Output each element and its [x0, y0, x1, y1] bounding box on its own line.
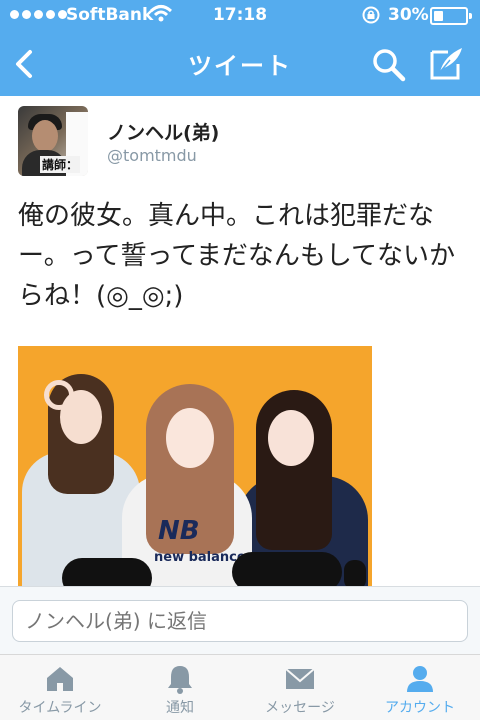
author-name[interactable]: ノンヘル(弟)	[107, 118, 219, 145]
top-bar: SoftBank 17:18 30% ツイート	[0, 0, 480, 96]
scribble-mark	[62, 558, 152, 586]
battery-percent: 30%	[388, 5, 429, 25]
tab-label: アカウント	[385, 700, 455, 716]
compose-tweet-icon[interactable]	[428, 44, 466, 82]
rotation-lock-icon	[362, 6, 380, 24]
tab-account[interactable]: アカウント	[360, 655, 480, 720]
nav-bar: ツイート	[0, 32, 480, 96]
page-title: ツイート	[188, 52, 292, 80]
tweet-detail: 講師： ノンヘル(弟) @tomtmdu 俺の彼女。真ん中。これは犯罪だなー。っ…	[0, 96, 480, 586]
scribble-mark	[344, 560, 366, 586]
tab-messages[interactable]: メッセージ	[240, 655, 360, 720]
tab-label: タイムライン	[18, 700, 102, 716]
reply-bar	[0, 586, 480, 654]
tab-label: メッセージ	[265, 700, 335, 716]
home-icon	[47, 667, 73, 691]
author-handle[interactable]: @tomtmdu	[107, 146, 197, 165]
tweet-photo[interactable]: NB new balance	[18, 346, 372, 586]
shirt-logo-sub: new balance	[154, 550, 246, 565]
tweet-text: 俺の彼女。真ん中。これは犯罪だなー。って誓ってまだなんもしてないからね！(◎_◎…	[18, 201, 456, 311]
bell-icon	[168, 666, 192, 694]
envelope-icon	[285, 668, 315, 689]
tab-timeline[interactable]: タイムライン	[0, 655, 120, 720]
reply-input[interactable]	[12, 600, 468, 642]
scribble-mark	[232, 552, 342, 586]
tab-bar: タイムライン 通知 メッセージ アカウント	[0, 654, 480, 720]
tab-notifications[interactable]: 通知	[120, 655, 240, 720]
tab-label: 通知	[166, 700, 194, 716]
avatar-sign-text: 講師：	[40, 156, 81, 173]
status-bar: SoftBank 17:18 30%	[0, 0, 480, 32]
shirt-logo: NB	[158, 516, 200, 546]
search-icon[interactable]	[370, 46, 408, 84]
person-icon	[407, 666, 433, 692]
battery-icon	[430, 7, 472, 25]
avatar[interactable]: 講師：	[18, 106, 88, 176]
